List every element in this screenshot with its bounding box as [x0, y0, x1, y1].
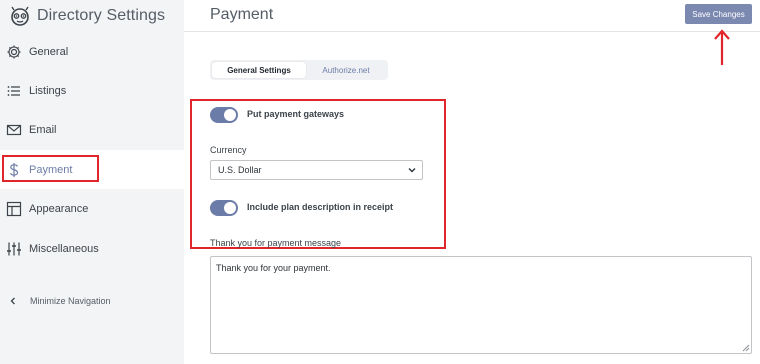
layout-icon — [6, 201, 22, 217]
plan-description-toggle[interactable] — [210, 200, 238, 216]
toggle-knob — [224, 202, 236, 214]
brand: Directory Settings — [9, 5, 165, 27]
gear-icon — [6, 44, 22, 60]
sidebar-item-listings[interactable]: Listings — [0, 71, 184, 110]
sidebar-item-miscellaneous[interactable]: Miscellaneous — [0, 229, 184, 268]
sidebar-item-label: Email — [29, 123, 57, 136]
tab-authorize-net[interactable]: Authorize.net — [306, 62, 386, 78]
sidebar: Directory Settings General Listings Emai… — [0, 0, 184, 364]
payment-gateways-toggle[interactable] — [210, 107, 238, 123]
sidebar-item-email[interactable]: Email — [0, 110, 184, 149]
minimize-navigation-label: Minimize Navigation — [30, 296, 111, 306]
minimize-navigation-button[interactable]: Minimize Navigation — [8, 296, 111, 306]
list-icon — [6, 83, 22, 99]
page-title: Payment — [210, 6, 274, 23]
sidebar-item-label: General — [29, 45, 69, 58]
payment-message-textarea[interactable]: Thank you for your payment. — [210, 256, 752, 354]
sidebar-item-general[interactable]: General — [0, 32, 184, 71]
settings-tabs: General Settings Authorize.net — [210, 60, 388, 80]
chevron-down-icon — [408, 168, 416, 173]
sidebar-title: Directory Settings — [37, 7, 166, 24]
sidebar-item-label: Listings — [29, 84, 67, 97]
sidebar-item-label: Appearance — [29, 202, 89, 215]
payment-gateways-label: Put payment gateways — [247, 109, 345, 119]
currency-select[interactable]: U.S. Dollar — [210, 160, 423, 180]
chevron-left-icon — [10, 297, 15, 305]
currency-label: Currency — [210, 145, 247, 155]
sidebar-item-label: Miscellaneous — [29, 242, 99, 255]
annotation-highlight-payment — [2, 155, 99, 182]
directory-mascot-icon — [11, 6, 29, 26]
toggle-knob — [224, 109, 236, 121]
payment-message-label: Thank you for payment message — [210, 238, 342, 248]
annotation-arrow-icon — [714, 29, 730, 65]
header: Payment Save Changes — [184, 0, 760, 32]
currency-value: U.S. Dollar — [218, 165, 262, 175]
plan-description-label: Include plan description in receipt — [247, 202, 394, 212]
save-changes-button[interactable]: Save Changes — [685, 4, 752, 24]
envelope-icon — [6, 122, 22, 138]
tab-general-settings[interactable]: General Settings — [212, 62, 306, 78]
resize-grip-icon[interactable] — [741, 343, 750, 352]
sidebar-item-appearance[interactable]: Appearance — [0, 189, 184, 228]
sliders-icon — [6, 241, 22, 257]
